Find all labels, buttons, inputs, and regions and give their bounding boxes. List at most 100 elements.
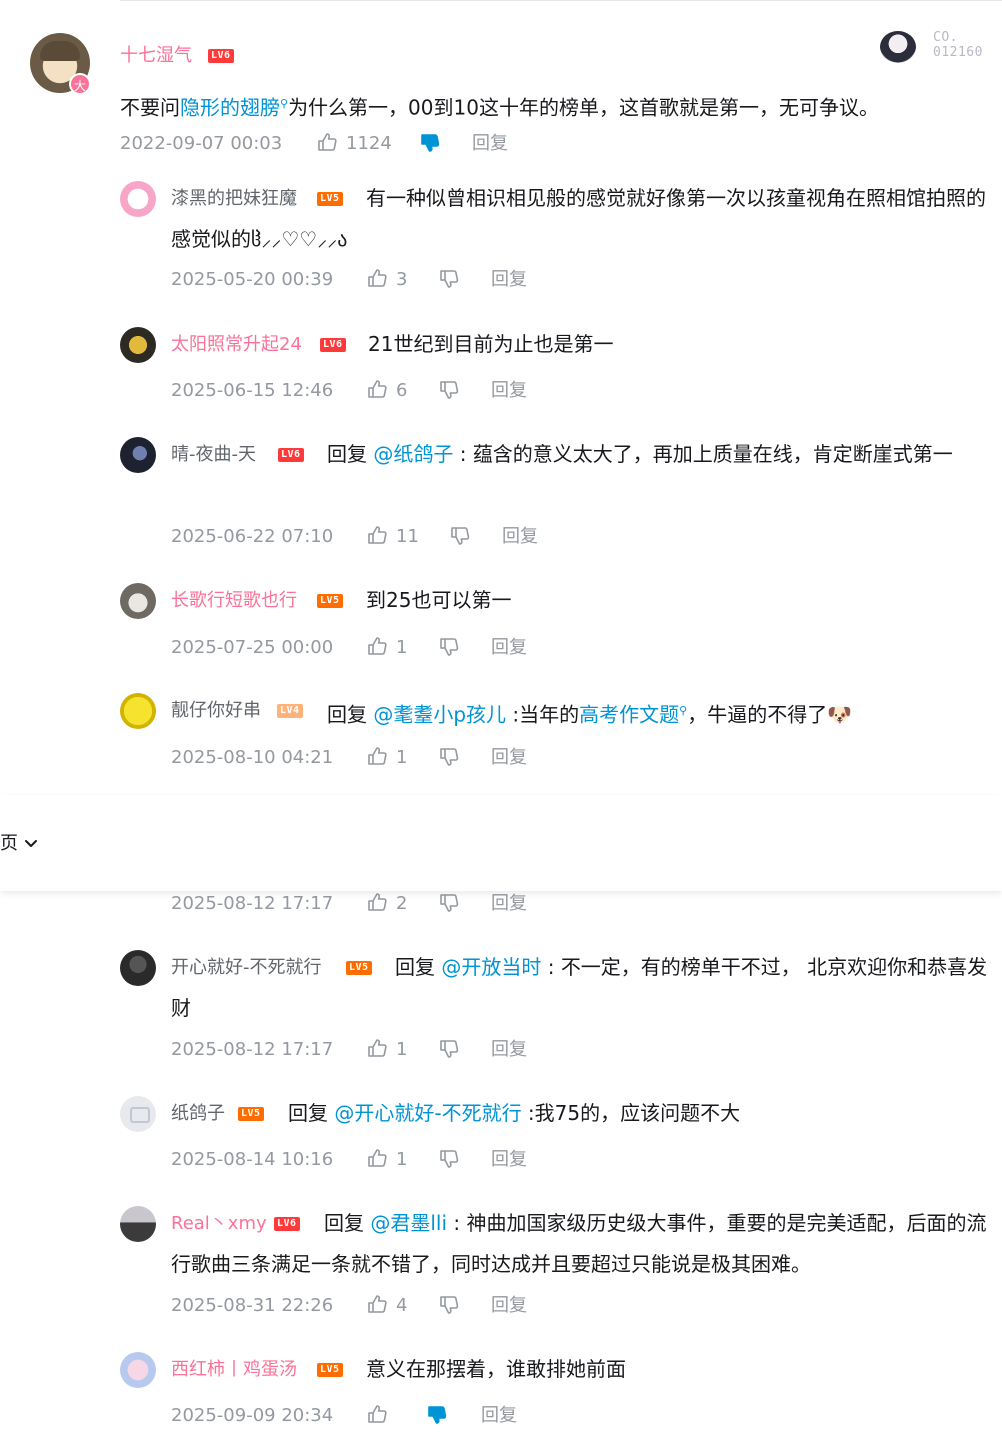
timestamp: 2025-08-10 04:21 [171, 747, 334, 768]
avatar[interactable] [120, 1352, 156, 1388]
reply-button[interactable]: 回复 [502, 525, 538, 549]
like-count: 1 [396, 637, 408, 658]
timestamp: 2025-08-31 22:26 [171, 1295, 334, 1316]
mention-link[interactable]: @君墨lli [370, 1211, 447, 1235]
like-icon[interactable] [316, 131, 338, 160]
mention-link[interactable]: @开心就好-不死就行 [334, 1101, 521, 1125]
level-badge: LV6 [320, 338, 346, 352]
username[interactable]: 十七湿气 [120, 44, 192, 68]
like-icon[interactable] [366, 1293, 388, 1322]
like-icon[interactable] [366, 891, 388, 920]
dislike-icon[interactable] [438, 892, 460, 921]
mention-link[interactable]: @纸鸽子 [373, 442, 453, 466]
search-link[interactable]: 隐形的翅膀 [180, 96, 280, 120]
comment-text: 不要问隐形的翅膀⚲为什么第一，00到10这十年的榜单，这首歌就是第一，无可争议。 [120, 83, 990, 129]
dislike-icon[interactable] [438, 746, 460, 775]
avatar[interactable] [120, 327, 156, 363]
reply-text: 回复 @耄耋小p孩儿 :当年的高考作文题⚲，牛逼的不得了🐶 [327, 690, 852, 736]
dislike-icon[interactable] [426, 1404, 448, 1433]
reply-prefix: 回复 [327, 702, 367, 727]
dislike-icon[interactable] [438, 379, 460, 408]
username[interactable]: 纸鸽子 [171, 1102, 225, 1126]
username[interactable]: 西红柿丨鸡蛋汤 [171, 1358, 297, 1382]
like-icon[interactable] [366, 635, 388, 664]
reply-text: 回复 @开放当时 : 不一定，有的榜单干不过， 北京欢迎你和恭喜发财 [171, 947, 996, 1029]
avatar[interactable] [120, 693, 156, 729]
avatar[interactable] [120, 583, 156, 619]
reply-button[interactable]: 回复 [491, 746, 527, 770]
comment-text-part: 不要问 [120, 95, 180, 120]
reply-body: : 蕴含的意义太大了，再加上质量在线，肯定断崖式第一 [453, 442, 953, 466]
like-icon[interactable] [366, 1037, 388, 1066]
reply-button[interactable]: 回复 [491, 892, 527, 916]
timestamp: 2025-08-14 10:16 [171, 1149, 334, 1170]
reply-meta: 2025-07-25 00:00 1 回复 [171, 636, 571, 660]
reply-meta: 2025-08-12 17:17 2 回复 [171, 892, 571, 916]
level-badge: LV5 [317, 594, 343, 608]
page-dropdown-label[interactable]: 页 [0, 832, 18, 856]
top-divider [120, 0, 1002, 1]
chevron-down-icon[interactable] [22, 834, 40, 852]
dislike-icon[interactable] [438, 1038, 460, 1067]
reply-button[interactable]: 回复 [472, 132, 508, 156]
like-count: 3 [396, 269, 408, 290]
username[interactable]: 靓仔你好串 [171, 699, 261, 723]
search-link[interactable]: 高考作文题 [579, 703, 679, 727]
reply-meta: 2025-08-31 22:26 4 回复 [171, 1294, 571, 1318]
decoration-text-1: CO. [933, 30, 958, 45]
reply-button[interactable]: 回复 [491, 1294, 527, 1318]
reply-meta: 2025-09-09 20:34 回复 [171, 1404, 571, 1428]
reply-text: 回复 @开心就好-不死就行 :我75的，应该问题不大 [288, 1093, 740, 1134]
pagination-bar[interactable]: 页 [0, 795, 1002, 891]
level-badge: LV4 [277, 704, 303, 718]
reply-text: 意义在那摆着，谁敢排她前面 [366, 1357, 626, 1381]
reply-body: :我75的，应该问题不大 [521, 1101, 741, 1125]
reply-meta: 2025-06-22 07:10 11 回复 [171, 525, 571, 549]
reply-prefix: 回复 [288, 1101, 328, 1125]
decoration-number: CO. 012160 [933, 30, 983, 60]
reply-prefix: 回复 [324, 1211, 364, 1235]
like-icon[interactable] [366, 378, 388, 407]
username[interactable]: 太阳照常升起24 [171, 333, 302, 357]
timestamp: 2025-06-15 12:46 [171, 380, 334, 401]
search-icon[interactable]: ⚲ [280, 97, 288, 110]
dislike-icon[interactable] [438, 1294, 460, 1323]
dislike-icon[interactable] [449, 525, 471, 554]
reply-body: :当年的 [506, 702, 580, 727]
reply-button[interactable]: 回复 [481, 1404, 517, 1428]
reply-text: 回复 @君墨lli : 神曲加国家级历史级大事件，重要的是完美适配，后面的流行歌… [171, 1203, 996, 1285]
like-count: 2 [396, 893, 408, 914]
avatar[interactable] [120, 181, 156, 217]
like-icon[interactable] [366, 267, 388, 296]
reply-button[interactable]: 回复 [491, 1148, 527, 1172]
like-count: 1 [396, 747, 408, 768]
avatar[interactable] [120, 1206, 156, 1242]
avatar[interactable] [120, 950, 156, 986]
reply-button[interactable]: 回复 [491, 1038, 527, 1062]
timestamp: 2025-08-12 17:17 [171, 893, 334, 914]
decoration-avatar-icon [880, 31, 916, 63]
mention-link[interactable]: @耄耋小p孩儿 [373, 703, 506, 727]
level-badge: LV5 [317, 1363, 343, 1377]
reply-button[interactable]: 回复 [491, 268, 527, 292]
like-icon[interactable] [366, 1403, 388, 1432]
dislike-icon[interactable] [419, 132, 441, 161]
like-icon[interactable] [366, 524, 388, 553]
reply-meta: 2025-08-12 17:17 1 回复 [171, 1038, 571, 1062]
mention-link[interactable]: @开放当时 [441, 955, 541, 979]
reply-text: 到25也可以第一 [366, 588, 512, 612]
like-icon[interactable] [366, 745, 388, 774]
dislike-icon[interactable] [438, 268, 460, 297]
dislike-icon[interactable] [438, 636, 460, 665]
reply-body: : 神曲加国家级历史级大事件，重要的是完美适配，后面的流行歌曲三条满足一条就不错… [171, 1211, 987, 1276]
reply-button[interactable]: 回复 [491, 379, 527, 403]
dislike-icon[interactable] [438, 1148, 460, 1177]
level-badge: LV6 [208, 49, 234, 63]
like-count: 4 [396, 1295, 408, 1316]
reply-prefix: 回复 [395, 955, 435, 979]
avatar[interactable] [120, 1096, 156, 1132]
reply-button[interactable]: 回复 [491, 636, 527, 660]
username[interactable]: 长歌行短歌也行 [171, 589, 297, 613]
like-icon[interactable] [366, 1147, 388, 1176]
avatar[interactable] [120, 437, 156, 473]
